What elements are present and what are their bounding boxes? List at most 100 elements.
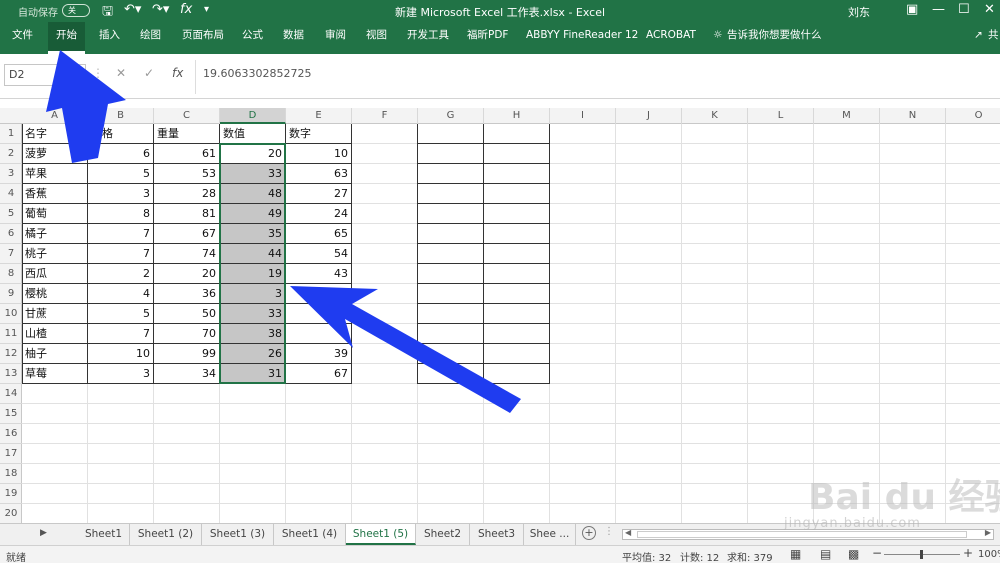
cell-h1[interactable] bbox=[484, 124, 550, 144]
sheet-tab[interactable]: Shee ... bbox=[524, 524, 576, 545]
tab-home[interactable]: 开始 bbox=[48, 22, 85, 54]
cell-d1[interactable]: 数值 bbox=[220, 124, 286, 144]
cell-h5[interactable] bbox=[484, 204, 550, 224]
cell-e6[interactable]: 65 bbox=[286, 224, 352, 244]
cell-c6[interactable]: 67 bbox=[154, 224, 220, 244]
sheet-nav-right-icon[interactable]: ▶ bbox=[40, 528, 47, 538]
cell-e7[interactable]: 54 bbox=[286, 244, 352, 264]
cell-c4[interactable]: 28 bbox=[154, 184, 220, 204]
zoom-in-icon[interactable]: + bbox=[963, 546, 973, 560]
scroll-right-icon[interactable]: ▶ bbox=[985, 528, 991, 537]
cell-a9[interactable]: 樱桃 bbox=[22, 284, 88, 304]
enter-icon[interactable]: ✓ bbox=[144, 66, 154, 80]
cell-a11[interactable]: 山楂 bbox=[22, 324, 88, 344]
cell-b3[interactable]: 5 bbox=[88, 164, 154, 184]
formula-input[interactable]: 19.6063302852725 bbox=[203, 67, 311, 80]
column-header-b[interactable]: B bbox=[88, 108, 154, 124]
row-header-10[interactable]: 10 bbox=[0, 304, 22, 324]
cell-a13[interactable]: 草莓 bbox=[22, 364, 88, 384]
cell-a8[interactable]: 西瓜 bbox=[22, 264, 88, 284]
cell-b11[interactable]: 7 bbox=[88, 324, 154, 344]
row-header-7[interactable]: 7 bbox=[0, 244, 22, 264]
maximize-icon[interactable]: ☐ bbox=[958, 2, 970, 17]
row-header-6[interactable]: 6 bbox=[0, 224, 22, 244]
sheet-tab[interactable]: Sheet1 (2) bbox=[130, 524, 202, 545]
cell-b13[interactable]: 3 bbox=[88, 364, 154, 384]
cell-h2[interactable] bbox=[484, 144, 550, 164]
sheet-tab[interactable]: Sheet1 bbox=[78, 524, 130, 545]
tab-formulas[interactable]: 公式 bbox=[242, 22, 263, 54]
cell-c11[interactable]: 70 bbox=[154, 324, 220, 344]
row-header-3[interactable]: 3 bbox=[0, 164, 22, 184]
column-header-c[interactable]: C bbox=[154, 108, 220, 124]
cell-g6[interactable] bbox=[418, 224, 484, 244]
scroll-left-icon[interactable]: ◀ bbox=[625, 528, 631, 537]
cell-b9[interactable]: 4 bbox=[88, 284, 154, 304]
cell-b12[interactable]: 10 bbox=[88, 344, 154, 364]
cell-c13[interactable]: 34 bbox=[154, 364, 220, 384]
cell-e13[interactable]: 67 bbox=[286, 364, 352, 384]
zoom-level[interactable]: 100% bbox=[978, 549, 1000, 560]
cancel-icon[interactable]: ✕ bbox=[116, 66, 126, 80]
share-icon[interactable]: ↗ bbox=[974, 22, 983, 54]
cell-a12[interactable]: 柚子 bbox=[22, 344, 88, 364]
cell-c8[interactable]: 20 bbox=[154, 264, 220, 284]
cell-a2[interactable]: 菠萝 bbox=[22, 144, 88, 164]
row-header-18[interactable]: 18 bbox=[0, 464, 22, 484]
page-layout-view-icon[interactable]: ▤ bbox=[820, 547, 831, 561]
tab-scroll-handle-icon[interactable]: ⋮ bbox=[604, 526, 614, 537]
tell-me-search[interactable]: 告诉我你想要做什么 bbox=[727, 22, 822, 54]
cell-a7[interactable]: 桃子 bbox=[22, 244, 88, 264]
cell-g12[interactable] bbox=[418, 344, 484, 364]
row-header-9[interactable]: 9 bbox=[0, 284, 22, 304]
tab-file[interactable]: 文件 bbox=[12, 22, 33, 54]
normal-view-icon[interactable]: ▦ bbox=[790, 547, 801, 561]
row-header-2[interactable]: 2 bbox=[0, 144, 22, 164]
insert-function-icon[interactable]: fx bbox=[172, 66, 183, 80]
cell-e3[interactable]: 63 bbox=[286, 164, 352, 184]
cell-g2[interactable] bbox=[418, 144, 484, 164]
row-header-17[interactable]: 17 bbox=[0, 444, 22, 464]
row-header-12[interactable]: 12 bbox=[0, 344, 22, 364]
column-header-o[interactable]: O bbox=[946, 108, 1000, 124]
page-break-view-icon[interactable]: ▩ bbox=[848, 547, 859, 561]
cell-c12[interactable]: 99 bbox=[154, 344, 220, 364]
chevron-down-icon[interactable]: ▾ bbox=[76, 68, 81, 78]
cell-e8[interactable]: 43 bbox=[286, 264, 352, 284]
cell-g8[interactable] bbox=[418, 264, 484, 284]
cell-c7[interactable]: 74 bbox=[154, 244, 220, 264]
tab-acrobat[interactable]: ACROBAT bbox=[646, 22, 696, 54]
zoom-slider-knob[interactable] bbox=[920, 550, 923, 559]
cell-e10[interactable]: 43 bbox=[286, 304, 352, 324]
zoom-slider[interactable] bbox=[884, 550, 960, 559]
sheet-tab-active[interactable]: Sheet1 (5) bbox=[346, 524, 416, 545]
sheet-tab[interactable]: Sheet1 (3) bbox=[202, 524, 274, 545]
cell-h6[interactable] bbox=[484, 224, 550, 244]
tab-abbyy[interactable]: ABBYY FineReader 12 bbox=[526, 22, 638, 54]
column-header-h[interactable]: H bbox=[484, 108, 550, 124]
cell-h13[interactable] bbox=[484, 364, 550, 384]
cell-g11[interactable] bbox=[418, 324, 484, 344]
tab-view[interactable]: 视图 bbox=[366, 22, 387, 54]
cell-b1[interactable]: 价格 bbox=[88, 124, 154, 144]
cell-b7[interactable]: 7 bbox=[88, 244, 154, 264]
zoom-out-icon[interactable]: − bbox=[872, 546, 882, 560]
cell-a3[interactable]: 苹果 bbox=[22, 164, 88, 184]
add-sheet-icon[interactable]: + bbox=[582, 526, 596, 540]
cell-h12[interactable] bbox=[484, 344, 550, 364]
cell-h8[interactable] bbox=[484, 264, 550, 284]
column-header-f[interactable]: F bbox=[352, 108, 418, 124]
cell-e9[interactable]: 25 bbox=[286, 284, 352, 304]
cell-c1[interactable]: 重量 bbox=[154, 124, 220, 144]
column-header-d[interactable]: D bbox=[220, 108, 286, 124]
sheet-tab[interactable]: Sheet3 bbox=[470, 524, 524, 545]
close-icon[interactable]: ✕ bbox=[984, 2, 995, 17]
row-header-19[interactable]: 19 bbox=[0, 484, 22, 504]
cell-e12[interactable]: 39 bbox=[286, 344, 352, 364]
cell-a5[interactable]: 葡萄 bbox=[22, 204, 88, 224]
cell-e5[interactable]: 24 bbox=[286, 204, 352, 224]
row-header-16[interactable]: 16 bbox=[0, 424, 22, 444]
cell-b2[interactable]: 6 bbox=[88, 144, 154, 164]
cell-b8[interactable]: 2 bbox=[88, 264, 154, 284]
cell-h3[interactable] bbox=[484, 164, 550, 184]
